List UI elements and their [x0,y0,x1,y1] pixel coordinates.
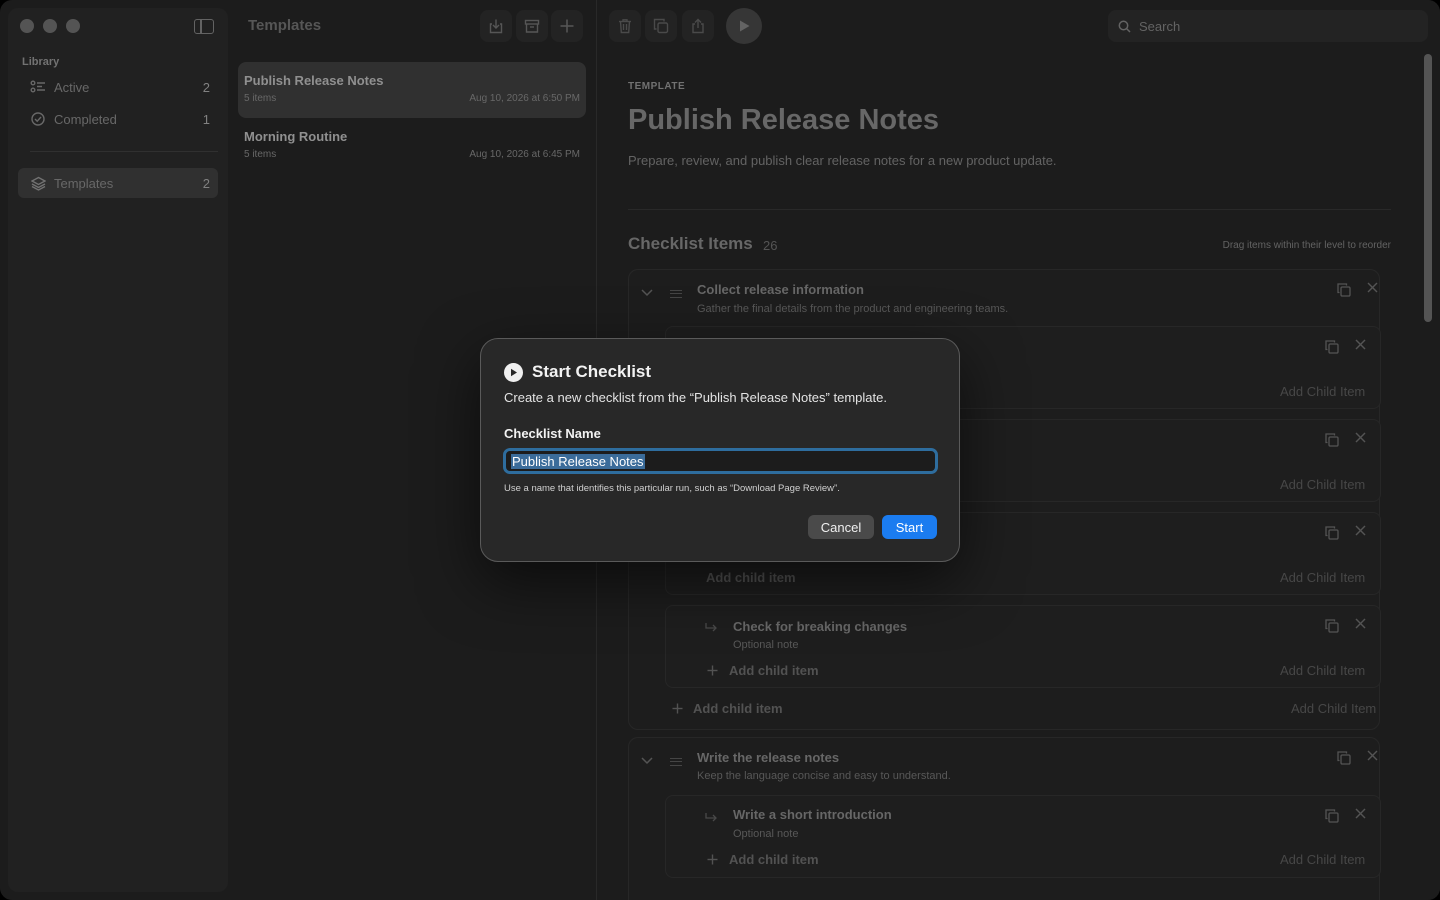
app-window: Library Active 2 Completed 1 Templates 2… [0,0,1440,900]
checklist-name-label: Checklist Name [504,426,601,441]
start-button[interactable]: Start [882,515,937,539]
checklist-name-input[interactable]: Publish Release Notes [503,448,938,474]
checklist-name-help: Use a name that identifies this particul… [504,483,840,494]
checklist-name-value: Publish Release Notes [511,453,645,469]
start-checklist-dialog: Start Checklist Create a new checklist f… [480,338,960,562]
cancel-button[interactable]: Cancel [808,515,874,539]
play-circle-icon [504,363,523,382]
dialog-title: Start Checklist [532,362,652,381]
dialog-description: Create a new checklist from the “Publish… [504,390,887,405]
